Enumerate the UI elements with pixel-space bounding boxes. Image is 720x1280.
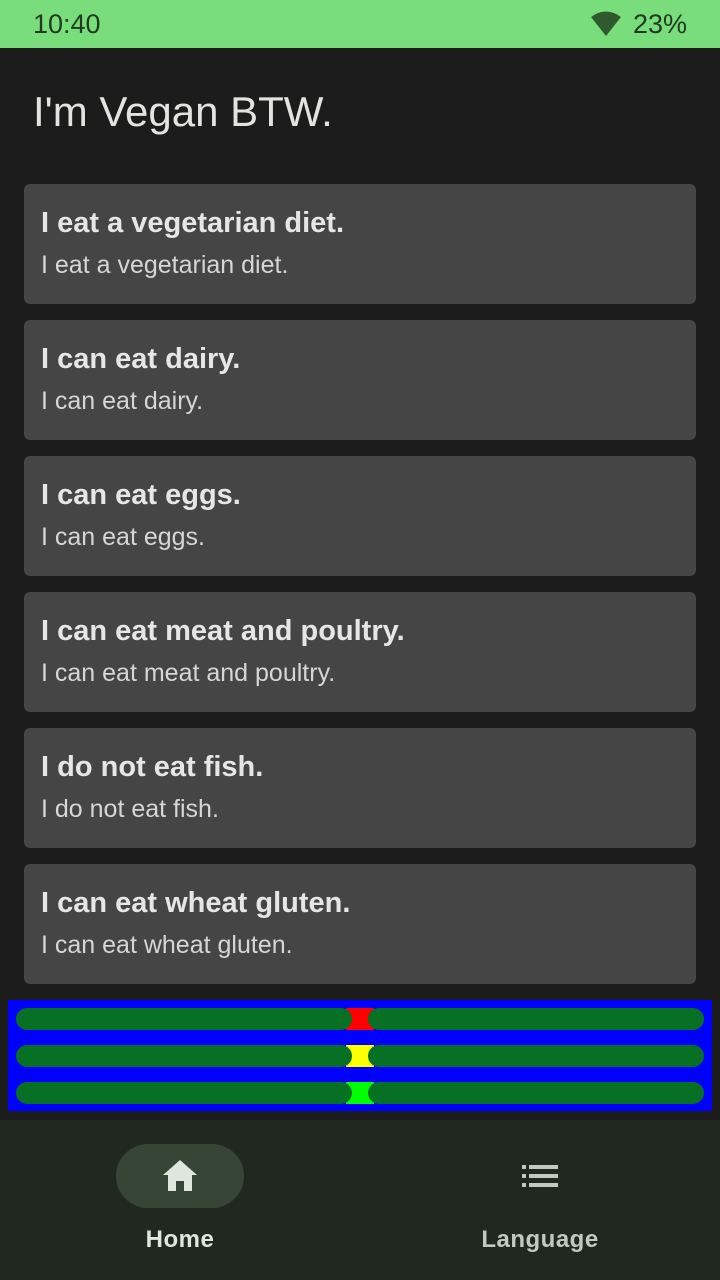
statement-card-dairy[interactable]: I can eat dairy. I can eat dairy. — [24, 320, 696, 440]
home-icon — [163, 1160, 197, 1191]
card-title: I can eat dairy. — [41, 343, 241, 375]
card-title: I do not eat fish. — [41, 751, 264, 783]
card-subtitle: I can eat meat and poultry. — [41, 659, 336, 687]
indicator-bar-green — [16, 1082, 704, 1104]
indicator-bar-left — [16, 1082, 352, 1104]
statement-card-meat[interactable]: I can eat meat and poultry. I can eat me… — [24, 592, 696, 712]
card-subtitle: I do not eat fish. — [41, 795, 219, 823]
card-subtitle: I eat a vegetarian diet. — [41, 251, 289, 279]
indicator-bar-right — [368, 1008, 704, 1030]
statement-card-eggs[interactable]: I can eat eggs. I can eat eggs. — [24, 456, 696, 576]
indicator-bar-right — [368, 1082, 704, 1104]
wifi-icon — [590, 11, 621, 36]
list-icon — [522, 1165, 558, 1187]
card-title: I can eat eggs. — [41, 479, 241, 511]
nav-home[interactable]: Home — [0, 1120, 360, 1280]
card-title: I can eat wheat gluten. — [41, 887, 351, 919]
card-title: I eat a vegetarian diet. — [41, 207, 345, 239]
statement-list: I eat a vegetarian diet. I eat a vegetar… — [24, 184, 696, 1000]
card-subtitle: I can eat wheat gluten. — [41, 931, 293, 959]
page-title: I'm Vegan BTW. — [33, 88, 333, 135]
status-bar: 10:40 23% — [0, 0, 720, 48]
nav-home-indicator — [116, 1144, 244, 1208]
statement-card-fish[interactable]: I do not eat fish. I do not eat fish. — [24, 728, 696, 848]
indicator-bar-left — [16, 1045, 352, 1067]
card-subtitle: I can eat dairy. — [41, 387, 204, 415]
battery-percentage: 23% — [632, 8, 687, 39]
indicator-bar-yellow — [16, 1045, 704, 1067]
nav-language[interactable]: Language — [360, 1120, 720, 1280]
bottom-navigation: Home Language — [0, 1120, 720, 1280]
indicator-bar-right — [368, 1045, 704, 1067]
indicator-bar-left — [16, 1008, 352, 1030]
card-title: I can eat meat and poultry. — [41, 615, 405, 647]
indicator-bar-red — [16, 1008, 704, 1030]
status-icons: 23% — [590, 8, 687, 40]
statement-card-gluten[interactable]: I can eat wheat gluten. I can eat wheat … — [24, 864, 696, 984]
nav-language-label: Language — [481, 1226, 599, 1253]
status-time: 10:40 — [33, 8, 101, 39]
nav-language-indicator — [476, 1144, 604, 1208]
indicator-bars-panel — [8, 1000, 712, 1111]
nav-home-label: Home — [145, 1226, 215, 1253]
card-subtitle: I can eat eggs. — [41, 523, 206, 551]
statement-card-vegetarian[interactable]: I eat a vegetarian diet. I eat a vegetar… — [24, 184, 696, 304]
